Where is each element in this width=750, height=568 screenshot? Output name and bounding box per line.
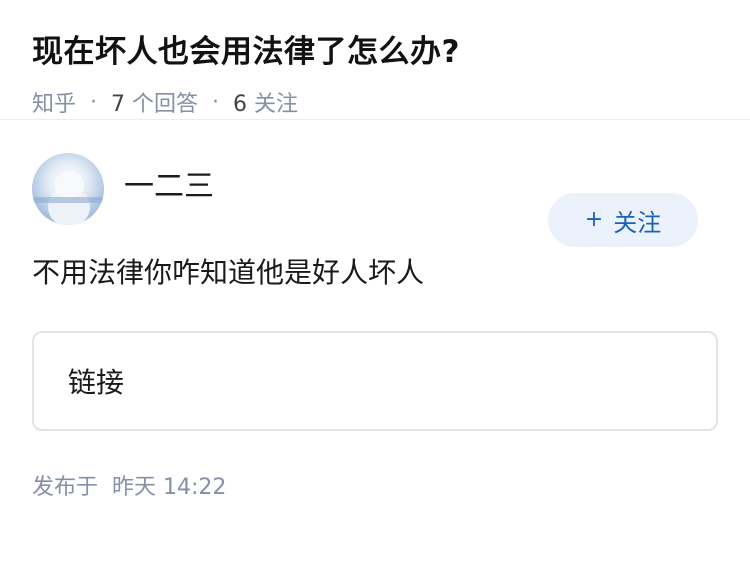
answer-count[interactable]: 7 个回答 xyxy=(111,86,198,118)
follower-count-label: 关注 xyxy=(254,92,299,117)
answer-count-value: 7 xyxy=(111,92,126,117)
publish-info: 发布于 昨天 14:22 xyxy=(32,469,718,501)
source-label[interactable]: 知乎 xyxy=(32,86,76,118)
follow-button[interactable]: + 关注 xyxy=(548,193,698,247)
question-title[interactable]: 现在坏人也会用法律了怎么办? xyxy=(32,30,718,74)
answer-item: 一二三 + 关注 不用法律你咋知道他是好人坏人 链接 发布于 昨天 14:22 xyxy=(0,153,750,501)
question-meta: 知乎 · 7 个回答 · 6 关注 xyxy=(32,86,718,118)
author-name[interactable]: 一二三 xyxy=(124,161,214,205)
meta-separator: · xyxy=(212,89,220,115)
meta-separator: · xyxy=(90,89,98,115)
link-card[interactable]: 链接 xyxy=(32,331,718,431)
plus-icon: + xyxy=(584,207,604,232)
follower-count[interactable]: 6 关注 xyxy=(233,86,298,118)
answer-content: 不用法律你咋知道他是好人坏人 xyxy=(32,256,425,289)
follower-count-value: 6 xyxy=(233,92,248,117)
publish-time: 昨天 14:22 xyxy=(112,475,227,500)
avatar[interactable] xyxy=(32,153,104,225)
follow-button-label: 关注 xyxy=(613,208,662,237)
publish-prefix: 发布于 xyxy=(32,475,99,500)
answer-count-label: 个回答 xyxy=(132,92,199,117)
link-card-label: 链接 xyxy=(68,366,125,399)
question-header: 现在坏人也会用法律了怎么办? 知乎 · 7 个回答 · 6 关注 xyxy=(0,0,750,120)
